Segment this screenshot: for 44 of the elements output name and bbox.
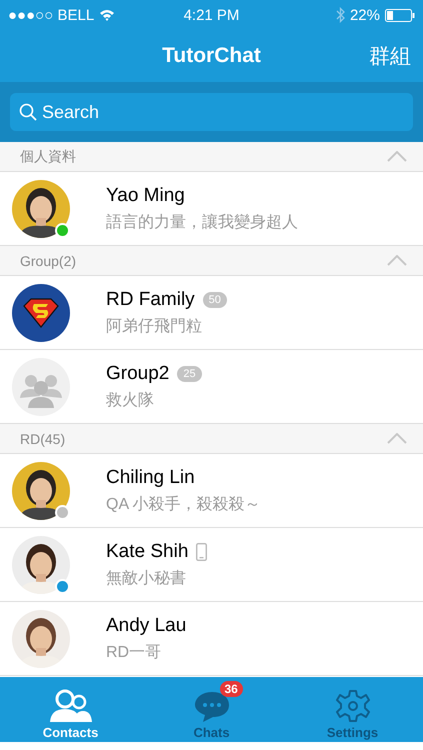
chevron-up-icon[interactable] (387, 151, 407, 162)
settings-icon (336, 689, 370, 723)
contact-status-text: 阿弟仔飛門粒 (106, 316, 203, 336)
groups-link[interactable]: 群組 (369, 42, 411, 70)
contact-status-text: 救火隊 (106, 390, 155, 410)
contact-status-text: QA 小殺手，殺殺殺～ (106, 494, 261, 514)
contact-row[interactable]: Chiling Lin QA 小殺手，殺殺殺～ (0, 454, 423, 528)
section-header[interactable]: 個人資料 (0, 142, 423, 172)
tab-button[interactable]: Settings (282, 677, 423, 742)
member-count: 25 (177, 366, 202, 382)
chevron-up-icon[interactable] (387, 255, 407, 266)
shield-emblem-icon (12, 284, 70, 342)
contacts-icon (48, 689, 92, 723)
battery-icon (385, 8, 415, 22)
clock-time: 4:21 PM (184, 6, 240, 24)
unread-badge: 36 (220, 681, 243, 697)
group-avatar-icon (12, 358, 70, 416)
contact-status-text: 無敵小秘書 (106, 568, 187, 588)
chevron-up-icon[interactable] (387, 433, 407, 444)
tab-button[interactable]: Contacts (0, 677, 141, 742)
contact-name: RD Family (106, 288, 195, 310)
contact-row[interactable]: Kate Shih 無敵小秘書 (0, 528, 423, 602)
bluetooth-icon (336, 7, 345, 23)
section-header[interactable]: RD(45) (0, 424, 423, 454)
section-title: Group(2) (20, 252, 76, 268)
tab-button[interactable]: Chats 36 (141, 677, 282, 742)
section-title: RD(45) (20, 430, 66, 446)
contact-name: Yao Ming (106, 184, 185, 206)
contact-row[interactable]: RD Family 50 阿弟仔飛門粒 (0, 276, 423, 350)
contact-name: Chiling Lin (106, 466, 195, 488)
contact-row[interactable]: Andy Lau RD一哥 (0, 602, 423, 676)
app-title: TutorChat (162, 44, 261, 68)
contact-name: Group2 (106, 362, 170, 384)
member-count: 50 (202, 292, 227, 308)
wifi-icon (99, 9, 116, 21)
section-title: 個人資料 (20, 148, 76, 166)
search-field[interactable]: Search (10, 93, 413, 131)
carrier-text: ●●●○○ BELL (8, 6, 94, 24)
contact-name: Kate Shih (106, 540, 188, 562)
contact-status-text: RD一哥 (106, 642, 162, 662)
contact-status-text: 語言的力量，讓我變身超人 (106, 212, 298, 232)
battery-percent: 22% (350, 6, 380, 24)
section-header[interactable]: Group(2) (0, 246, 423, 276)
contact-name: Andy Lau (106, 614, 186, 636)
